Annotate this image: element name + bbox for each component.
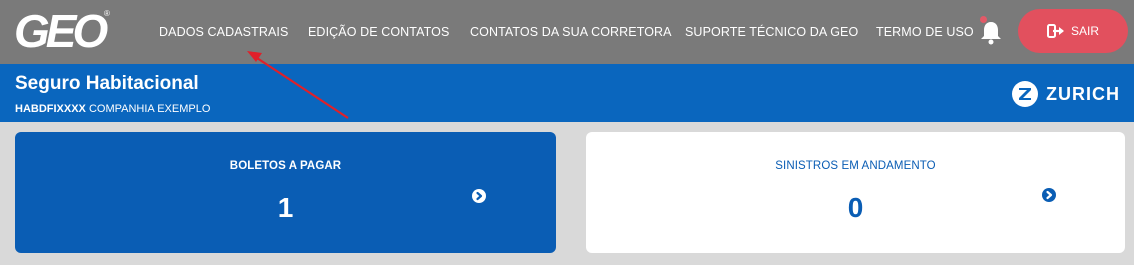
- card-sinistros-em-andamento[interactable]: SINISTROS EM ANDAMENTO 0: [586, 132, 1125, 253]
- card-boletos-a-pagar[interactable]: BOLETOS A PAGAR 1: [15, 132, 556, 253]
- nav-item-termo-de-uso[interactable]: TERMO DE USO: [876, 24, 974, 40]
- nav-item-suporte-tecnico[interactable]: SUPORTE TÉCNICO DA GEO: [685, 24, 858, 40]
- chevron-right-circle-icon[interactable]: [1042, 188, 1056, 202]
- logout-label: SAIR: [1070, 24, 1099, 38]
- zurich-logo: ZURICH: [1012, 80, 1120, 108]
- nav-item-edicao-de-contatos[interactable]: EDIÇÃO DE CONTATOS: [308, 24, 449, 40]
- logout-button[interactable]: SAIR: [1018, 9, 1128, 53]
- page: GEO ® DADOS CADASTRAIS EDIÇÃO DE CONTATO…: [0, 0, 1134, 265]
- card-label: SINISTROS EM ANDAMENTO: [775, 160, 936, 172]
- nav-item-dados-cadastrais[interactable]: DADOS CADASTRAIS: [159, 24, 288, 40]
- notification-dot: [980, 16, 987, 23]
- product-subtitle: HABDFIXXXX COMPANHIA EXEMPLO: [15, 102, 210, 116]
- product-title: Seguro Habitacional: [15, 73, 199, 94]
- card-label: BOLETOS A PAGAR: [229, 160, 342, 172]
- sign-out-icon: [1046, 24, 1067, 38]
- top-navbar: GEO ® DADOS CADASTRAIS EDIÇÃO DE CONTATO…: [0, 0, 1134, 64]
- product-company: COMPANHIA EXEMPLO: [88, 103, 211, 115]
- zurich-mark-icon: [1012, 81, 1038, 107]
- product-code: HABDFIXXXX: [15, 103, 86, 115]
- zurich-brand: ZURICH: [1046, 83, 1120, 104]
- registered-mark: ®: [104, 9, 110, 18]
- chevron-right-circle-icon[interactable]: [472, 189, 486, 203]
- nav-item-contatos-corretora[interactable]: CONTATOS DA SUA CORRETORA: [470, 24, 672, 40]
- geo-logo[interactable]: GEO: [14, 8, 114, 54]
